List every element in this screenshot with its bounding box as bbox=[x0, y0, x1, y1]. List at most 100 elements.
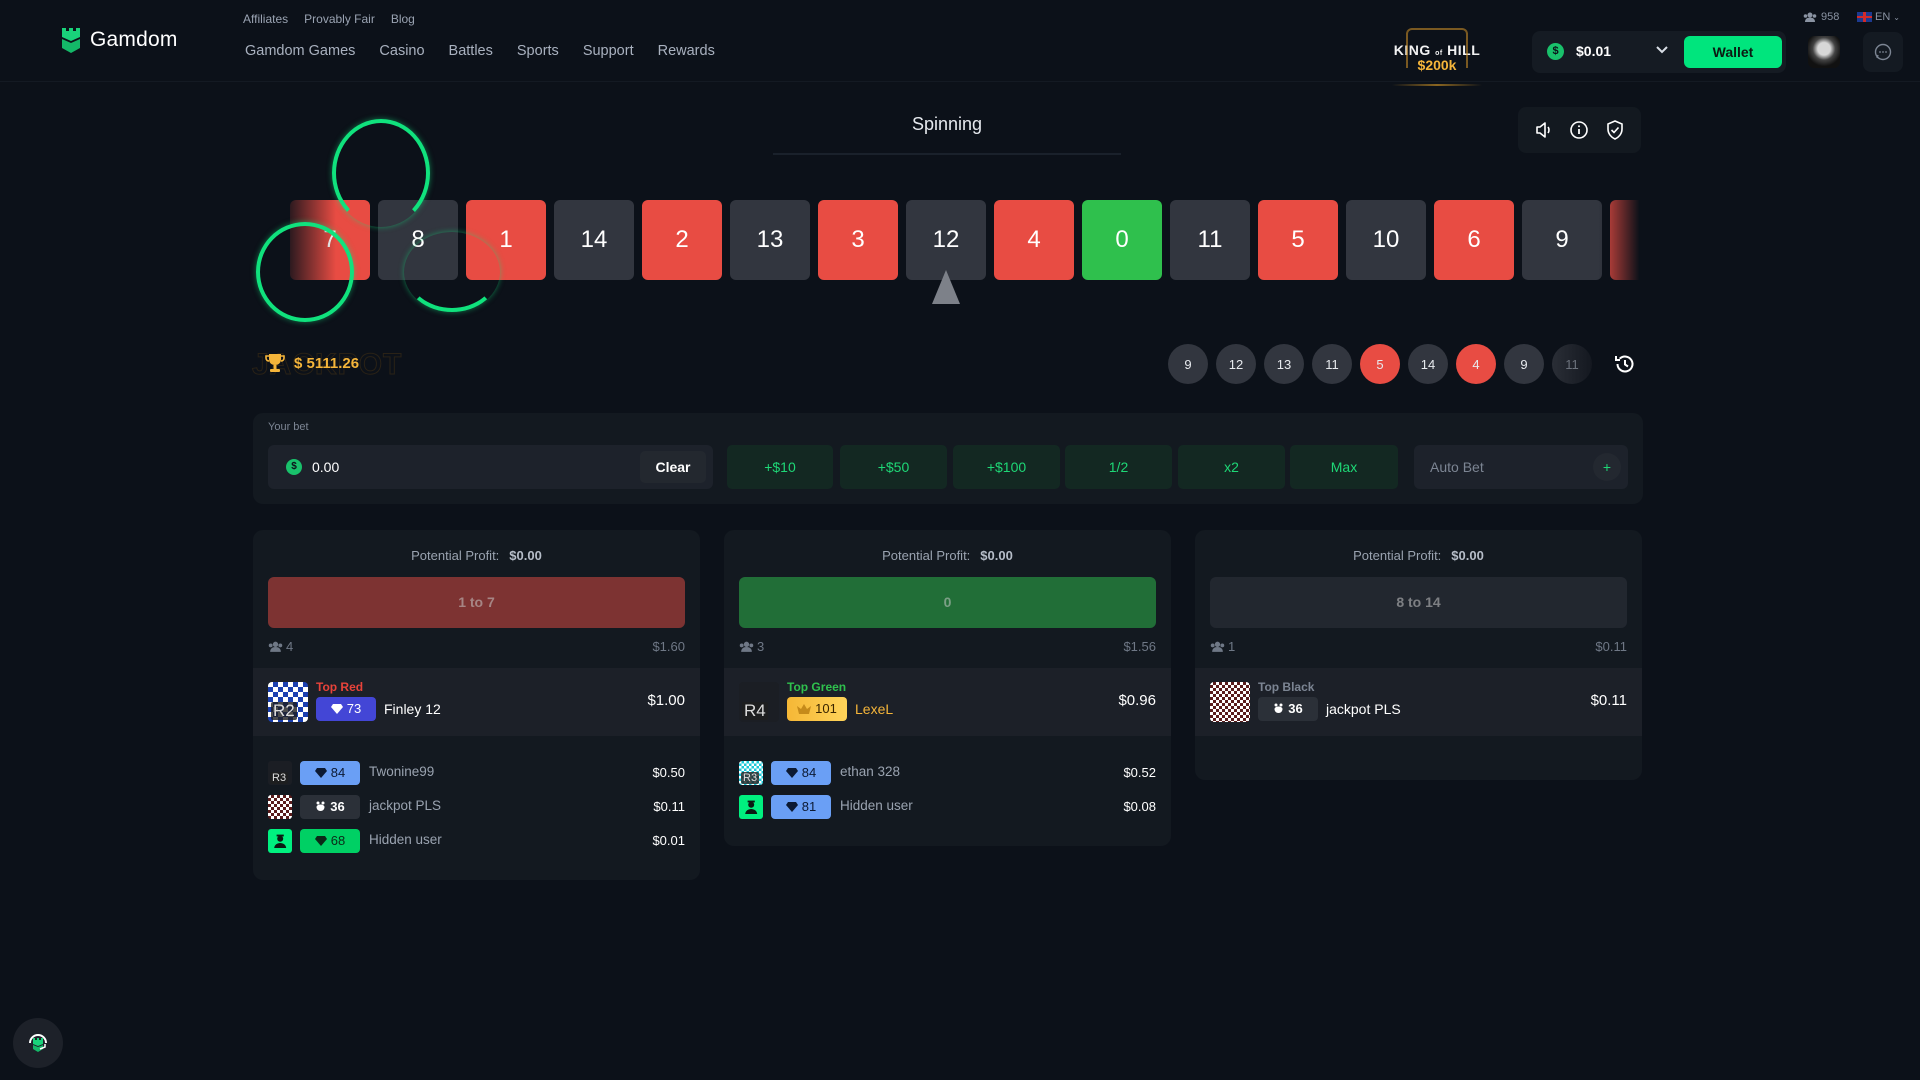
diamond-icon bbox=[314, 836, 327, 846]
place-bet-button[interactable]: 0 bbox=[739, 577, 1156, 628]
potential-profit-value: $0.00 bbox=[1451, 548, 1484, 563]
nav-support[interactable]: Support bbox=[583, 43, 634, 59]
chat-bubble-icon bbox=[1874, 43, 1892, 61]
potential-profit: Potential Profit: $0.00 bbox=[882, 548, 1013, 563]
bet-amount: $0.50 bbox=[652, 765, 685, 780]
username[interactable]: jackpot PLS bbox=[369, 798, 441, 813]
users-icon bbox=[1210, 641, 1225, 652]
players-count: 1 bbox=[1210, 639, 1235, 654]
nav-battles[interactable]: Battles bbox=[449, 43, 493, 59]
game-status: Spinning bbox=[911, 114, 983, 134]
username[interactable]: LexeL bbox=[855, 701, 893, 717]
username[interactable]: Twonine99 bbox=[369, 764, 434, 779]
hidden-user-icon bbox=[273, 834, 286, 849]
bet-amount-field[interactable]: $ Clear bbox=[268, 445, 713, 489]
avatar[interactable]: R3 bbox=[268, 761, 292, 785]
support-button[interactable] bbox=[13, 1018, 63, 1068]
avatar[interactable] bbox=[268, 829, 292, 853]
level-badge: 101 bbox=[787, 697, 847, 721]
clear-button[interactable]: Clear bbox=[640, 451, 706, 483]
chevron-down-icon: ⌄ bbox=[1893, 12, 1900, 22]
king-of-the-hill-promo[interactable]: KING of HILL $200k bbox=[1392, 28, 1482, 86]
provably-fair-button[interactable] bbox=[1602, 117, 1628, 143]
nav-casino[interactable]: Casino bbox=[379, 43, 424, 59]
avatar[interactable]: R4 bbox=[739, 682, 779, 722]
avatar[interactable]: R2 bbox=[268, 682, 308, 722]
half-button[interactable]: 1/2 bbox=[1065, 445, 1172, 489]
column-total: $0.11 bbox=[1595, 639, 1627, 654]
speaker-icon bbox=[1536, 122, 1550, 138]
diamond-icon bbox=[785, 802, 798, 812]
history-button[interactable] bbox=[1612, 351, 1638, 377]
list-item: R3 84 ethan 328 $0.52 bbox=[739, 756, 1156, 790]
bet-amount: $0.08 bbox=[1123, 799, 1156, 814]
avatar[interactable]: R3 bbox=[739, 761, 763, 785]
username[interactable]: ethan 328 bbox=[840, 764, 900, 779]
history-roll-black: 14 bbox=[1408, 344, 1448, 384]
roulette-tile-red: 4 bbox=[994, 200, 1074, 280]
balance-amount: $0.01 bbox=[1576, 43, 1612, 59]
info-button[interactable] bbox=[1566, 117, 1592, 143]
column-total: $1.60 bbox=[652, 639, 685, 654]
top-bettor-row: R2 Top Red 73 Finley 12 $1.00 bbox=[253, 668, 700, 736]
roulette-tile-green: 0 bbox=[1082, 200, 1162, 280]
potential-profit: Potential Profit: $0.00 bbox=[411, 548, 542, 563]
avatar[interactable] bbox=[268, 795, 292, 819]
roulette-tile-red: 5 bbox=[1258, 200, 1338, 280]
support-headset-icon bbox=[29, 1034, 47, 1052]
auto-bet-add-button[interactable]: + bbox=[1593, 453, 1621, 481]
username[interactable]: Hidden user bbox=[369, 832, 442, 847]
wallet-button[interactable]: Wallet bbox=[1684, 36, 1782, 68]
players-count: 4 bbox=[268, 639, 293, 654]
game-controls bbox=[1518, 107, 1641, 153]
roulette-tile-black: 10 bbox=[1346, 200, 1426, 280]
place-bet-button[interactable]: 8 to 14 bbox=[1210, 577, 1627, 628]
avatar[interactable] bbox=[1210, 682, 1250, 722]
list-item: 68 Hidden user $0.01 bbox=[268, 824, 685, 858]
avatar[interactable] bbox=[739, 795, 763, 819]
nav-sports[interactable]: Sports bbox=[517, 43, 559, 59]
chevron-down-icon[interactable] bbox=[1656, 41, 1668, 57]
level-badge: 84 bbox=[771, 761, 831, 785]
user-avatar[interactable] bbox=[1808, 36, 1840, 68]
nav-gamdom-games[interactable]: Gamdom Games bbox=[245, 43, 355, 59]
max-button[interactable]: Max bbox=[1290, 445, 1398, 489]
language-selector[interactable]: EN ⌄ bbox=[1857, 11, 1900, 23]
column-total: $1.56 bbox=[1123, 639, 1156, 654]
roll-history: 9 12 13 11 5 14 4 9 11 bbox=[1168, 344, 1638, 384]
username[interactable]: jackpot PLS bbox=[1326, 701, 1401, 717]
level-badge: 68 bbox=[300, 829, 360, 853]
username[interactable]: Finley 12 bbox=[384, 701, 441, 717]
add-10-button[interactable]: +$10 bbox=[727, 445, 833, 489]
link-affiliates[interactable]: Affiliates bbox=[243, 12, 288, 26]
bet-amount: $0.11 bbox=[1590, 692, 1627, 709]
link-provably-fair[interactable]: Provably Fair bbox=[304, 12, 375, 26]
brand-logo[interactable]: Gamdom bbox=[60, 26, 178, 54]
trophy-icon bbox=[265, 354, 285, 372]
bet-column: Potential Profit: $0.00 0 3 $1.56 R4 Top Gre… bbox=[724, 530, 1171, 846]
nav-rewards[interactable]: Rewards bbox=[658, 43, 715, 59]
double-button[interactable]: x2 bbox=[1178, 445, 1285, 489]
top-bettor-row: Top Black 36 jackpot PLS $0.11 bbox=[1195, 668, 1642, 736]
bet-amount-input[interactable] bbox=[312, 455, 612, 479]
chat-button[interactable] bbox=[1863, 32, 1903, 72]
add-50-button[interactable]: +$50 bbox=[840, 445, 947, 489]
link-blog[interactable]: Blog bbox=[391, 12, 415, 26]
place-bet-button[interactable]: 1 to 7 bbox=[268, 577, 685, 628]
history-roll-black: 9 bbox=[1168, 344, 1208, 384]
column-stats: 4 $1.60 bbox=[268, 639, 685, 654]
auto-bet[interactable]: Auto Bet + bbox=[1414, 445, 1628, 489]
add-100-button[interactable]: +$100 bbox=[953, 445, 1060, 489]
level-badge: 81 bbox=[771, 795, 831, 819]
level-badge: 36 bbox=[300, 795, 360, 819]
bet-amount: $0.96 bbox=[1118, 692, 1156, 709]
rank-badge: R4 bbox=[742, 701, 768, 720]
roulette-tile-red: 6 bbox=[1434, 200, 1514, 280]
history-roll-red: 5 bbox=[1360, 344, 1400, 384]
top-links: Affiliates Provably Fair Blog bbox=[243, 12, 415, 26]
info-icon bbox=[1570, 121, 1589, 139]
bet-amount: $0.52 bbox=[1123, 765, 1156, 780]
sound-button[interactable] bbox=[1531, 117, 1557, 143]
dollar-coin-icon: $ bbox=[1547, 43, 1564, 60]
username[interactable]: Hidden user bbox=[840, 798, 913, 813]
